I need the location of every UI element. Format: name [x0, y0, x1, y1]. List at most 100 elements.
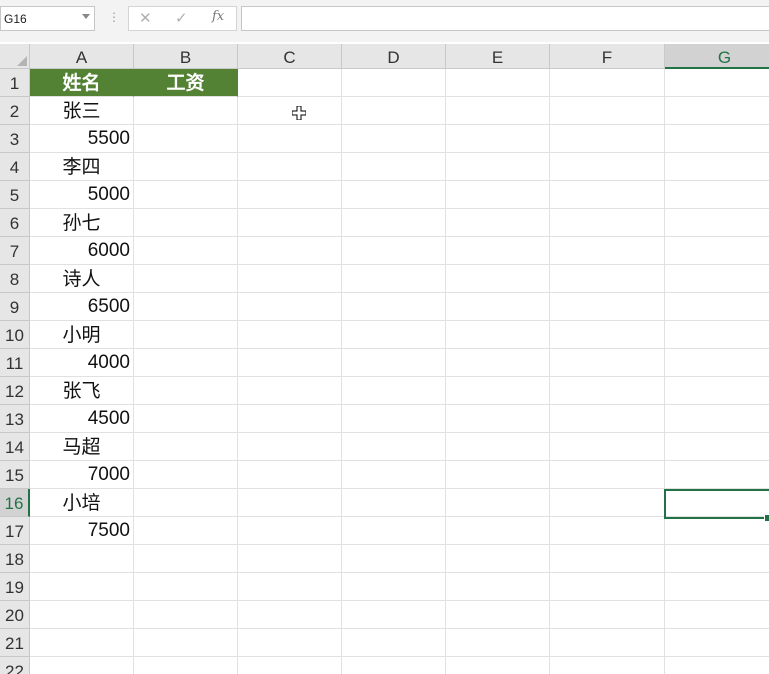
cell-b9[interactable] [134, 293, 238, 321]
cell-b6[interactable] [134, 209, 238, 237]
cell-c8[interactable] [238, 265, 342, 293]
column-header-b[interactable]: B [134, 44, 238, 69]
cell-c12[interactable] [238, 377, 342, 405]
cell-a11[interactable]: 4000 [30, 349, 134, 377]
cell-c6[interactable] [238, 209, 342, 237]
cell-g6[interactable] [665, 209, 769, 237]
cell-d9[interactable] [342, 293, 446, 321]
cell-g9[interactable] [665, 293, 769, 321]
cell-e2[interactable] [446, 97, 550, 125]
cell-f22[interactable] [550, 657, 665, 674]
cell-e6[interactable] [446, 209, 550, 237]
cell-e5[interactable] [446, 181, 550, 209]
cell-a19[interactable] [30, 573, 134, 601]
cell-c13[interactable] [238, 405, 342, 433]
insert-function-icon[interactable]: fx [212, 9, 224, 25]
cell-b14[interactable] [134, 433, 238, 461]
cell-f14[interactable] [550, 433, 665, 461]
cell-g4[interactable] [665, 153, 769, 181]
cell-a17[interactable]: 7500 [30, 517, 134, 545]
cell-f13[interactable] [550, 405, 665, 433]
check-icon[interactable]: ✓ [175, 10, 188, 26]
fill-handle[interactable] [764, 514, 769, 522]
cell-b10[interactable] [134, 321, 238, 349]
column-header-e[interactable]: E [446, 44, 550, 69]
cell-g20[interactable] [665, 601, 769, 629]
cell-f12[interactable] [550, 377, 665, 405]
row-header-18[interactable]: 18 [0, 545, 30, 573]
cell-e4[interactable] [446, 153, 550, 181]
cell-b21[interactable] [134, 629, 238, 657]
cell-e10[interactable] [446, 321, 550, 349]
row-header-1[interactable]: 1 [0, 69, 30, 97]
cell-f20[interactable] [550, 601, 665, 629]
row-header-14[interactable]: 14 [0, 433, 30, 461]
cell-g3[interactable] [665, 125, 769, 153]
cell-b15[interactable] [134, 461, 238, 489]
row-header-9[interactable]: 9 [0, 293, 30, 321]
cell-a18[interactable] [30, 545, 134, 573]
cell-a10[interactable]: 小明 [30, 321, 134, 349]
cell-c14[interactable] [238, 433, 342, 461]
cell-d12[interactable] [342, 377, 446, 405]
cell-a14[interactable]: 马超 [30, 433, 134, 461]
cell-c2[interactable] [238, 97, 342, 125]
cell-c21[interactable] [238, 629, 342, 657]
cell-g2[interactable] [665, 97, 769, 125]
cell-a7[interactable]: 6000 [30, 237, 134, 265]
name-box-dropdown-icon[interactable] [82, 14, 90, 19]
cell-a20[interactable] [30, 601, 134, 629]
cell-g21[interactable] [665, 629, 769, 657]
cell-d19[interactable] [342, 573, 446, 601]
row-header-7[interactable]: 7 [0, 237, 30, 265]
cell-c17[interactable] [238, 517, 342, 545]
cell-c15[interactable] [238, 461, 342, 489]
cell-f10[interactable] [550, 321, 665, 349]
cell-e22[interactable] [446, 657, 550, 674]
cell-c19[interactable] [238, 573, 342, 601]
cell-f4[interactable] [550, 153, 665, 181]
cell-f16[interactable] [550, 489, 665, 517]
cell-a13[interactable]: 4500 [30, 405, 134, 433]
cell-d6[interactable] [342, 209, 446, 237]
cell-e13[interactable] [446, 405, 550, 433]
cell-g16[interactable] [665, 489, 769, 517]
cell-a9[interactable]: 6500 [30, 293, 134, 321]
cell-d17[interactable] [342, 517, 446, 545]
cell-b2[interactable] [134, 97, 238, 125]
row-header-22[interactable]: 22 [0, 657, 30, 674]
cell-f5[interactable] [550, 181, 665, 209]
row-header-12[interactable]: 12 [0, 377, 30, 405]
cell-b20[interactable] [134, 601, 238, 629]
cell-g8[interactable] [665, 265, 769, 293]
cell-a2[interactable]: 张三 [30, 97, 134, 125]
spreadsheet-grid[interactable]: A B C D E F G 1 姓名 工资 2 张三 3 5500 4 李四 5 5000 6 孙七 7 6000 8 诗人 9… [0, 44, 769, 674]
cell-g18[interactable] [665, 545, 769, 573]
cell-g13[interactable] [665, 405, 769, 433]
row-header-21[interactable]: 21 [0, 629, 30, 657]
cell-e21[interactable] [446, 629, 550, 657]
cell-a15[interactable]: 7000 [30, 461, 134, 489]
cell-b8[interactable] [134, 265, 238, 293]
cell-g5[interactable] [665, 181, 769, 209]
row-header-13[interactable]: 13 [0, 405, 30, 433]
cell-d21[interactable] [342, 629, 446, 657]
row-header-4[interactable]: 4 [0, 153, 30, 181]
cell-c11[interactable] [238, 349, 342, 377]
cell-f18[interactable] [550, 545, 665, 573]
cell-b5[interactable] [134, 181, 238, 209]
cell-a8[interactable]: 诗人 [30, 265, 134, 293]
cell-a1[interactable]: 姓名 [30, 69, 134, 97]
cell-d14[interactable] [342, 433, 446, 461]
row-header-19[interactable]: 19 [0, 573, 30, 601]
cell-g12[interactable] [665, 377, 769, 405]
cell-a12[interactable]: 张飞 [30, 377, 134, 405]
cell-e15[interactable] [446, 461, 550, 489]
cell-a16[interactable]: 小培 [30, 489, 134, 517]
cell-b13[interactable] [134, 405, 238, 433]
cell-d10[interactable] [342, 321, 446, 349]
cell-f9[interactable] [550, 293, 665, 321]
cell-g1[interactable] [665, 69, 769, 97]
cell-g17[interactable] [665, 517, 769, 545]
cell-a5[interactable]: 5000 [30, 181, 134, 209]
